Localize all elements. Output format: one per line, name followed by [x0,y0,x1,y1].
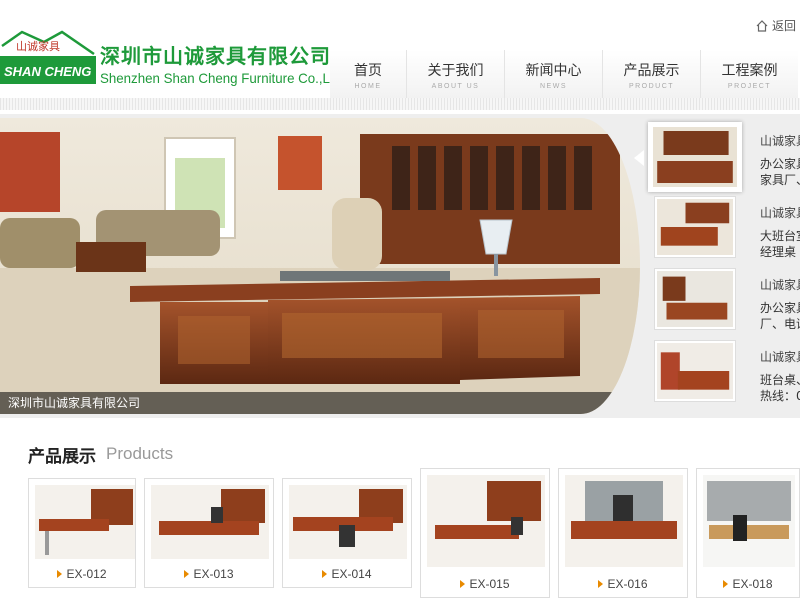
thumb-desc-line: 热线：0 [760,389,800,403]
product-image [703,475,795,567]
thumb-image [654,268,736,330]
thumb-desc-line: 厂、电话 [760,317,800,331]
product-card[interactable]: EX-014 [282,478,412,588]
product-card[interactable]: EX-016 [558,468,688,598]
nav-sublabel: NEWS [540,83,567,90]
thumb-image [654,196,736,258]
logo-text-en: SHAN CHENG [4,64,91,79]
company-name-en: Shenzhen Shan Cheng Furniture Co.,Ltd. [100,70,345,86]
products-section: 产品展示 Products EX-012 EX-013 EX-014 EX-01… [0,430,800,600]
hero-slide[interactable]: 深圳市山诚家具有限公司 [0,118,640,414]
banner-thumbnails: 山诚家具 办公家具家具厂、 山诚家具 大班台室经理桌 山诚家具 办公家具厂、电话 [634,122,800,410]
nav-sublabel: PROJECT [727,83,772,90]
logo-text-cn: 山诚家具 [16,39,60,53]
thumb-title: 山诚家具 [760,206,800,220]
product-image [289,485,407,559]
product-label: EX-012 [29,567,135,581]
thumb-desc-line: 经理桌 [760,245,797,259]
thumb-image [654,340,736,402]
company-name-cn: 深圳市山诚家具有限公司 [100,44,331,68]
product-card[interactable]: EX-018 [696,468,800,598]
banner-thumb[interactable]: 山诚家具 办公家具家具厂、 [634,122,800,194]
product-label: EX-016 [559,577,687,591]
product-label: EX-015 [421,577,549,591]
nav-sublabel: PRODUCT [628,83,675,90]
nav-sublabel: ABOUT US [431,83,480,90]
products-subtitle: Products [106,444,174,463]
nav-projects[interactable]: 工程案例 PROJECT [700,50,798,98]
product-image [427,475,545,567]
thumb-desc: 大班台室经理桌 [760,228,800,260]
thumb-title: 山诚家具 [760,134,800,148]
thumb-image [648,122,742,192]
thumb-desc-line: 办公家具 [760,157,800,171]
hero-caption: 深圳市山诚家具有限公司 [0,392,640,414]
banner-thumb[interactable]: 山诚家具 班台桌、热线：0 [646,338,800,410]
nav-sublabel: HOME [354,83,382,90]
product-image [565,475,683,567]
thumb-desc: 办公家具厂、电话 [760,300,800,332]
nav-label: 产品展示 [623,63,680,79]
nav-label: 首页 [354,63,382,79]
product-label: EX-013 [145,567,273,581]
thumb-title: 山诚家具 [760,350,800,364]
nav-home[interactable]: 首页 HOME [330,50,406,98]
nav-divider-strip [0,98,800,110]
product-image [35,485,135,559]
nav-label: 新闻中心 [525,63,582,79]
product-image [151,485,269,559]
header: 山诚家具 SHAN CHENG 深圳市山诚家具有限公司 Shenzhen Sha… [0,0,800,108]
company-logo[interactable]: 山诚家具 SHAN CHENG [0,28,96,88]
thumb-title: 山诚家具 [760,278,800,292]
product-label: EX-014 [283,567,411,581]
thumb-desc-line: 家具厂、 [760,173,800,187]
home-link[interactable]: 返回 [756,17,796,34]
main-nav: 首页 HOME 关于我们 ABOUT US 新闻中心 NEWS 产品展示 PRO… [330,50,800,98]
thumb-desc-line: 班台桌、 [760,373,800,387]
product-card[interactable]: EX-015 [420,468,550,598]
thumb-desc: 班台桌、热线：0 [760,372,800,404]
nav-news[interactable]: 新闻中心 NEWS [504,50,602,98]
nav-label: 关于我们 [427,63,484,79]
page: 山诚家具 SHAN CHENG 深圳市山诚家具有限公司 Shenzhen Sha… [0,0,800,600]
banner-thumb[interactable]: 山诚家具 办公家具厂、电话 [646,266,800,338]
hero-image [0,118,640,414]
product-label: EX-018 [697,577,799,591]
thumb-desc-line: 大班台室 [760,229,800,243]
active-pointer [634,150,644,166]
product-card[interactable]: EX-012 [28,478,136,588]
thumb-desc-line: 办公家具 [760,301,800,315]
home-link-label: 返回 [772,19,797,33]
banner: 深圳市山诚家具有限公司 山诚家具 办公家具家具厂、 山诚家具 大班台室经理桌 [0,114,800,418]
nav-products[interactable]: 产品展示 PRODUCT [602,50,700,98]
banner-thumb[interactable]: 山诚家具 大班台室经理桌 [646,194,800,266]
products-title: 产品展示 [28,447,96,467]
nav-label: 工程案例 [721,63,778,79]
thumb-desc: 办公家具家具厂、 [760,156,800,188]
nav-about[interactable]: 关于我们 ABOUT US [406,50,504,98]
home-icon [756,20,768,32]
product-card[interactable]: EX-013 [144,478,274,588]
